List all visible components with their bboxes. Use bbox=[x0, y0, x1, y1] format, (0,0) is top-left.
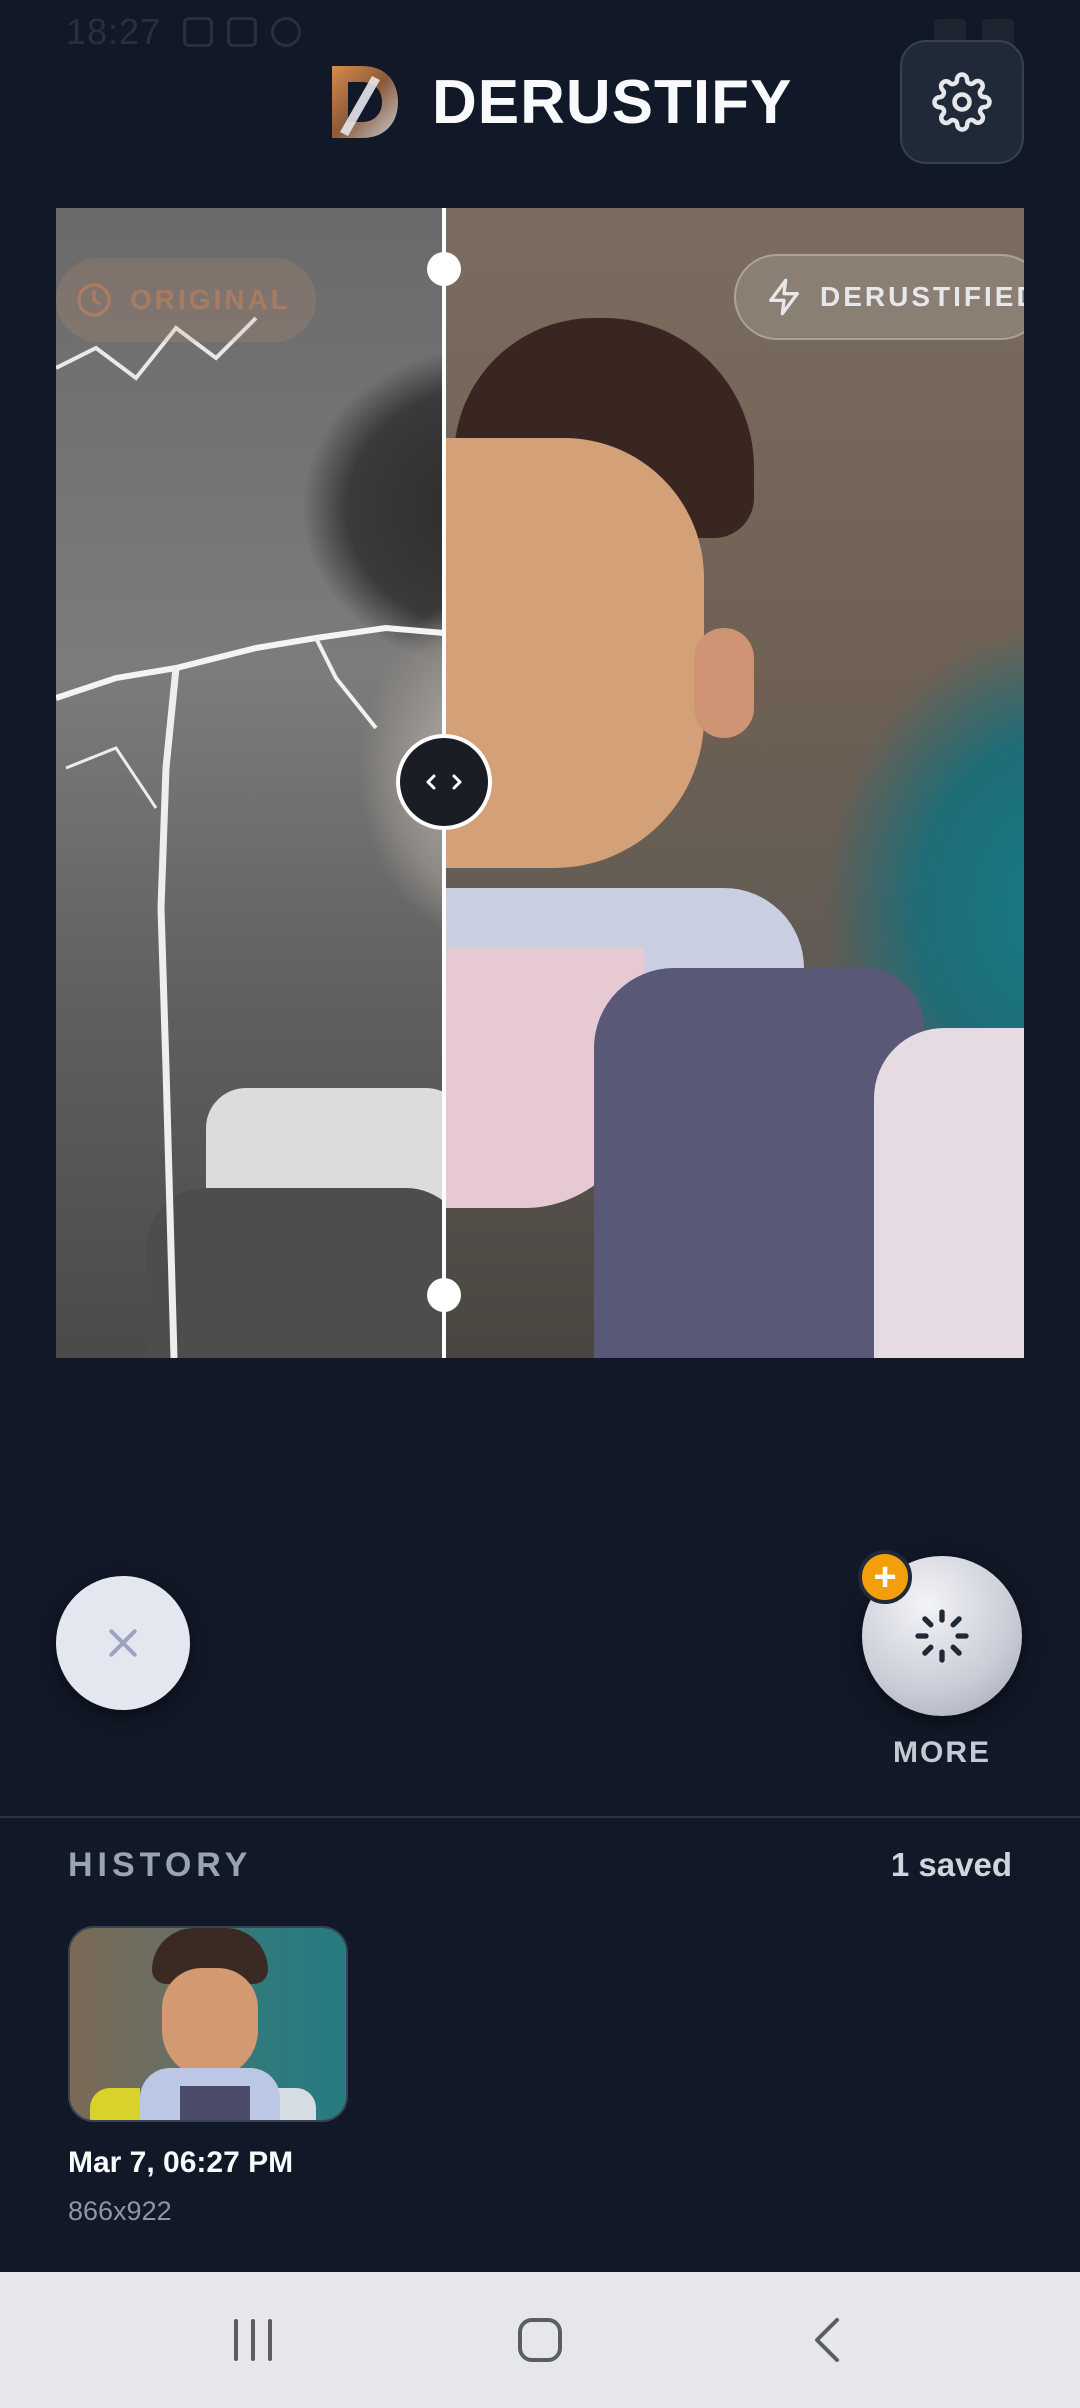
chevron-left-right-icon bbox=[426, 774, 462, 790]
back-icon bbox=[814, 2318, 839, 2362]
derustified-label: DERUSTIFIED bbox=[734, 254, 1024, 340]
app-header: DERUSTIFY bbox=[0, 36, 1080, 166]
history-thumbnail[interactable] bbox=[68, 1926, 348, 2122]
history-count: 1 saved bbox=[890, 1846, 1012, 1883]
history-item-size: 866x922 bbox=[68, 2196, 172, 2226]
derustified-label-text: DERUSTIFIED bbox=[820, 281, 1024, 312]
recent-apps-button[interactable] bbox=[193, 2300, 313, 2380]
close-button[interactable] bbox=[56, 1576, 190, 1710]
original-label-text: ORIGINAL bbox=[130, 284, 291, 315]
lightning-icon bbox=[769, 278, 799, 316]
app-logo bbox=[326, 62, 402, 142]
original-label: ORIGINAL bbox=[56, 258, 316, 342]
derustified-photo bbox=[444, 208, 1024, 1358]
more-badge: + bbox=[858, 1550, 912, 1604]
clock-icon bbox=[77, 283, 111, 317]
system-nav-bar bbox=[0, 2272, 1080, 2408]
history-title: HISTORY bbox=[68, 1846, 253, 1884]
brand: DERUSTIFY bbox=[326, 62, 792, 142]
app-title: DERUSTIFY bbox=[432, 67, 793, 137]
original-photo bbox=[56, 208, 466, 1358]
section-divider bbox=[0, 1816, 1080, 1818]
gear-icon bbox=[932, 72, 992, 132]
back-button[interactable] bbox=[767, 2300, 887, 2380]
history-item[interactable]: Mar 7, 06:27 PM 866x922 bbox=[68, 1926, 348, 2227]
compare-slider-handle[interactable] bbox=[396, 734, 492, 830]
close-icon bbox=[109, 1629, 137, 1657]
more-label: MORE bbox=[893, 1736, 991, 1769]
photo-cracks bbox=[56, 316, 444, 1358]
recent-apps-icon bbox=[234, 2319, 273, 2361]
divider-top-knob[interactable] bbox=[427, 252, 461, 286]
home-icon bbox=[517, 2318, 562, 2362]
home-button[interactable] bbox=[480, 2300, 600, 2380]
history-item-date: Mar 7, 06:27 PM bbox=[68, 2146, 294, 2179]
before-after-compare[interactable]: ORIGINAL DERUSTIFIED bbox=[56, 208, 1024, 1358]
loading-spinner-icon bbox=[915, 1609, 969, 1663]
settings-button[interactable] bbox=[900, 40, 1024, 164]
divider-bottom-knob[interactable] bbox=[427, 1278, 461, 1312]
